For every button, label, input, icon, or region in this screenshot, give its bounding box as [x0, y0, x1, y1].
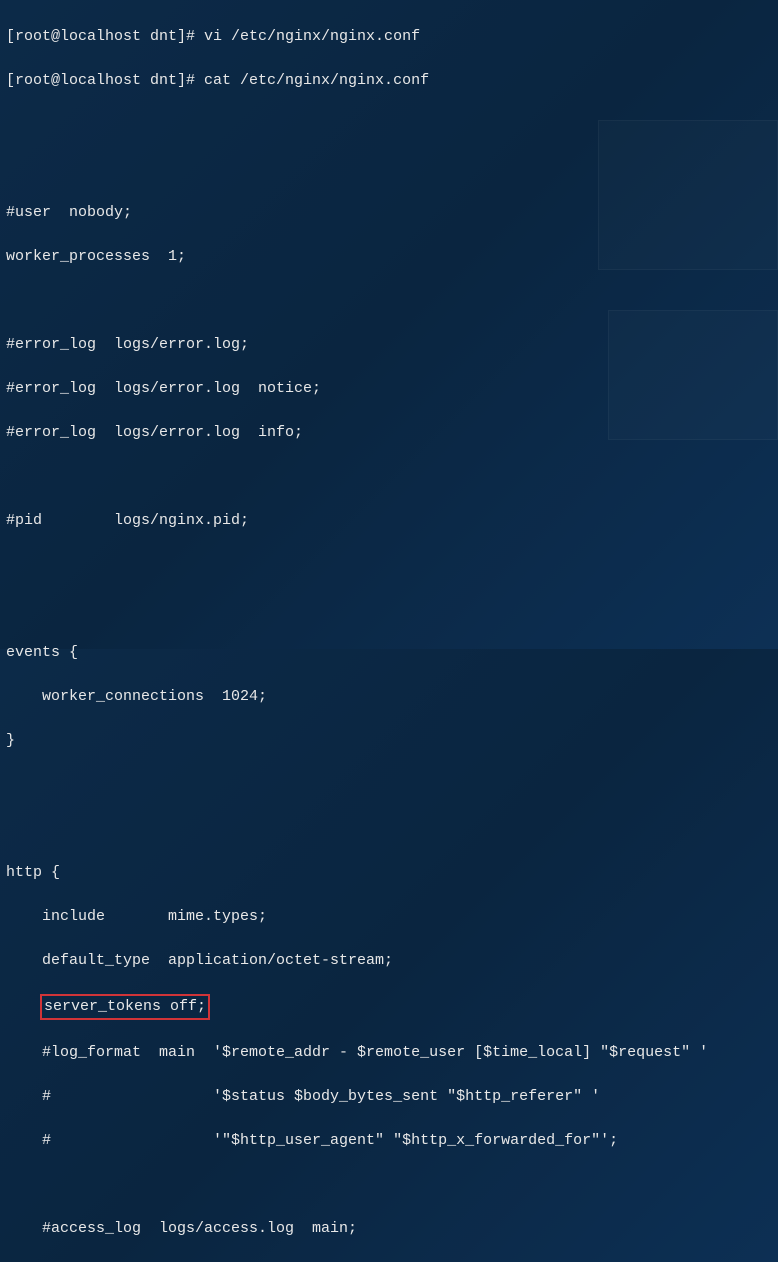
- blank-line: [6, 598, 772, 620]
- server-tokens-highlight: server_tokens off;: [40, 994, 210, 1020]
- cfg-worker-connections: worker_connections 1024;: [6, 686, 772, 708]
- terminal-output[interactable]: [root@localhost dnt]# vi /etc/nginx/ngin…: [6, 4, 772, 1262]
- blank-line: [6, 290, 772, 312]
- cfg-log-format: #log_format main '$remote_addr - $remote…: [6, 1042, 772, 1064]
- cfg-access-log: #access_log logs/access.log main;: [6, 1218, 772, 1240]
- blank-line: [6, 158, 772, 180]
- cfg-http-open: http {: [6, 862, 772, 884]
- cfg-pid: #pid logs/nginx.pid;: [6, 510, 772, 532]
- cfg-log-format: # '$status $body_bytes_sent "$http_refer…: [6, 1086, 772, 1108]
- indent: [6, 998, 42, 1015]
- cfg-error-log: #error_log logs/error.log;: [6, 334, 772, 356]
- cfg-include: include mime.types;: [6, 906, 772, 928]
- cfg-events-open: events {: [6, 642, 772, 664]
- cfg-events-close: }: [6, 730, 772, 752]
- blank-line: [6, 114, 772, 136]
- cfg-user: #user nobody;: [6, 202, 772, 224]
- blank-line: [6, 466, 772, 488]
- shell-prompt-vi: [root@localhost dnt]# vi /etc/nginx/ngin…: [6, 26, 772, 48]
- cfg-error-log: #error_log logs/error.log info;: [6, 422, 772, 444]
- blank-line: [6, 818, 772, 840]
- cfg-error-log: #error_log logs/error.log notice;: [6, 378, 772, 400]
- cfg-worker-processes: worker_processes 1;: [6, 246, 772, 268]
- cfg-server-tokens-line: server_tokens off;: [6, 994, 772, 1020]
- blank-line: [6, 774, 772, 796]
- cfg-log-format: # '"$http_user_agent" "$http_x_forwarded…: [6, 1130, 772, 1152]
- cfg-default-type: default_type application/octet-stream;: [6, 950, 772, 972]
- shell-prompt-cat: [root@localhost dnt]# cat /etc/nginx/ngi…: [6, 70, 772, 92]
- blank-line: [6, 554, 772, 576]
- blank-line: [6, 1174, 772, 1196]
